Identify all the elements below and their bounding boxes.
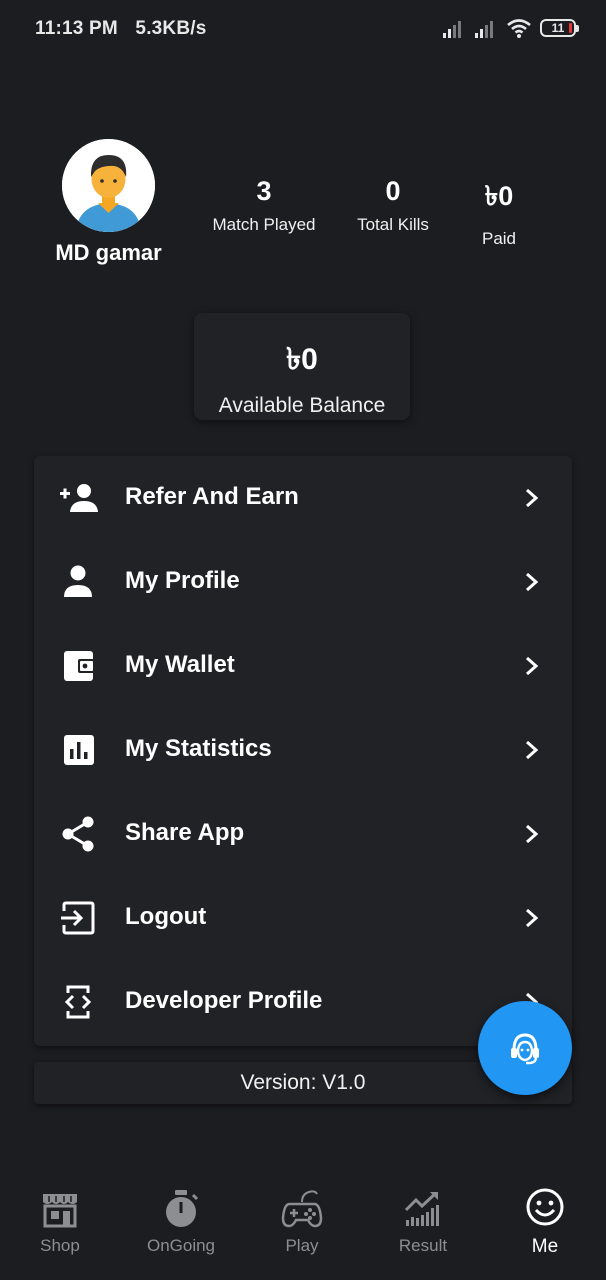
nav-item-ongoing[interactable]: OnGoing	[121, 1170, 241, 1256]
battery-icon: 11	[540, 19, 579, 37]
developer-icon	[64, 985, 92, 1019]
nav-item-label: Result	[398, 1236, 448, 1255]
stat-total-kills: 0 Total Kills	[343, 176, 443, 235]
shop-icon	[43, 1194, 77, 1228]
wallet-icon	[64, 651, 95, 681]
menu-item-label: Refer And Earn	[125, 483, 299, 510]
bottom-navigation: Shop OnGoing Play Result Me	[0, 1170, 606, 1280]
menu-item-label: My Wallet	[125, 651, 235, 678]
balance-label: Available Balance	[218, 394, 386, 417]
menu-item-label: Developer Profile	[125, 987, 323, 1014]
avatar[interactable]	[62, 139, 155, 232]
person-add-icon	[60, 484, 98, 512]
person-icon	[64, 565, 92, 597]
battery-level: 11	[551, 21, 565, 35]
nav-item-label: Shop	[40, 1236, 80, 1255]
menu-item-label: My Profile	[125, 567, 240, 594]
balance-card: ৳0 Available Balance	[194, 313, 410, 420]
chevron-right-icon	[526, 572, 539, 592]
stat-value: 3	[256, 176, 272, 206]
nav-item-label: Me	[531, 1236, 559, 1257]
wifi-icon	[507, 19, 531, 38]
stat-label: Paid	[481, 229, 517, 248]
gamepad-icon	[281, 1190, 323, 1228]
chevron-right-icon	[526, 824, 539, 844]
stat-value: ৳0	[484, 181, 514, 211]
nav-item-play[interactable]: Play	[242, 1170, 362, 1256]
chevron-right-icon	[526, 908, 539, 928]
menu-item-my-statistics[interactable]: My Statistics	[34, 708, 572, 792]
stat-label: Match Played	[212, 215, 316, 234]
avatar-icon	[62, 139, 155, 232]
stat-match-played: 3 Match Played	[204, 176, 324, 235]
stat-paid: ৳0 Paid	[459, 176, 539, 249]
statistics-icon	[64, 735, 94, 765]
logout-icon	[61, 901, 95, 935]
menu-item-share-app[interactable]: Share App	[34, 792, 572, 876]
menu-item-label: Logout	[125, 903, 207, 930]
chevron-right-icon	[526, 656, 539, 676]
signal-icon	[475, 21, 493, 38]
status-time: 11:13 PM	[35, 18, 118, 39]
nav-item-me[interactable]: Me	[485, 1170, 605, 1258]
balance-amount: ৳0	[286, 343, 318, 376]
stat-label: Total Kills	[357, 215, 429, 234]
menu-item-label: Share App	[125, 819, 245, 846]
share-icon	[62, 816, 94, 852]
menu-item-my-profile[interactable]: My Profile	[34, 540, 572, 624]
stat-value: 0	[385, 176, 401, 206]
support-button[interactable]	[478, 1001, 572, 1095]
status-network-speed: 5.3KB/s	[135, 18, 207, 39]
chevron-right-icon	[526, 488, 539, 508]
menu-item-my-wallet[interactable]: My Wallet	[34, 624, 572, 708]
status-bar: 11:13 PM 5.3KB/s 11	[0, 0, 606, 60]
menu-item-label: My Statistics	[125, 735, 272, 762]
chevron-right-icon	[526, 740, 539, 760]
signal-icon	[443, 21, 461, 38]
nav-item-shop[interactable]: Shop	[0, 1170, 120, 1256]
nav-item-label: OnGoing	[146, 1236, 216, 1255]
menu-card: Refer And Earn My Profile My Wallet My S…	[34, 456, 572, 1046]
nav-item-label: Play	[285, 1236, 319, 1255]
menu-item-refer-and-earn[interactable]: Refer And Earn	[34, 456, 572, 540]
nav-item-result[interactable]: Result	[363, 1170, 483, 1256]
smiley-icon	[526, 1188, 564, 1226]
username: MD gamar	[55, 240, 162, 265]
support-agent-icon	[511, 1033, 539, 1065]
chart-trend-icon	[404, 1191, 439, 1226]
menu-item-logout[interactable]: Logout	[34, 876, 572, 960]
stopwatch-icon	[166, 1190, 199, 1227]
